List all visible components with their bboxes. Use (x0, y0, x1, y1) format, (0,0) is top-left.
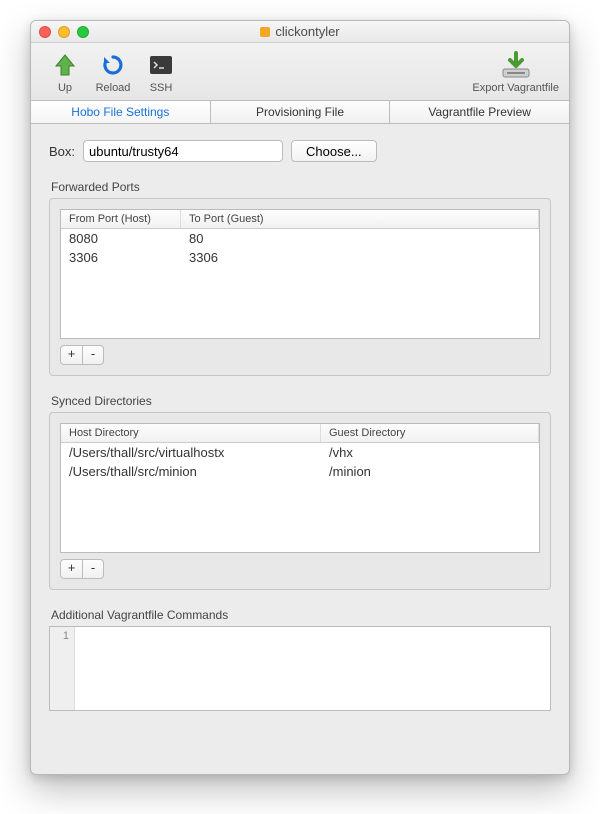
port-from: 8080 (61, 230, 181, 247)
minimize-icon[interactable] (58, 26, 70, 38)
tab-vagrantfile-preview[interactable]: Vagrantfile Preview (390, 101, 569, 123)
tabbar: Hobo File Settings Provisioning File Vag… (31, 101, 569, 124)
table-row[interactable]: /Users/thall/src/virtualhostx /vhx (61, 443, 539, 462)
close-icon[interactable] (39, 26, 51, 38)
app-icon (260, 27, 270, 37)
content: Box: Choose... Forwarded Ports From Port… (31, 124, 569, 745)
titlebar: clickontyler (31, 21, 569, 43)
dir-guest: /minion (321, 463, 539, 480)
up-icon (50, 50, 80, 80)
reload-icon (98, 50, 128, 80)
window-title: clickontyler (275, 24, 339, 39)
traffic-lights (39, 26, 89, 38)
port-to: 3306 (181, 249, 539, 266)
toolbar: Up Reload SSH Export Vagrantfile (31, 43, 569, 101)
up-label: Up (58, 82, 72, 94)
port-from: 3306 (61, 249, 181, 266)
forwarded-ports-table[interactable]: From Port (Host) To Port (Guest) 8080 80… (60, 209, 540, 339)
editor-gutter: 1 (50, 627, 75, 710)
dirs-add-button[interactable]: + (60, 559, 82, 579)
ports-header-to: To Port (Guest) (181, 210, 539, 228)
ports-header-from: From Port (Host) (61, 210, 181, 228)
dirs-header-guest: Guest Directory (321, 424, 539, 442)
reload-label: Reload (96, 82, 131, 94)
window-title-wrap: clickontyler (260, 24, 339, 39)
box-input[interactable] (83, 140, 283, 162)
editor-code-area[interactable] (75, 627, 550, 710)
commands-editor[interactable]: 1 (49, 626, 551, 711)
ports-add-button[interactable]: + (60, 345, 82, 365)
export-button[interactable]: Export Vagrantfile (472, 50, 559, 94)
tab-hobo-settings[interactable]: Hobo File Settings (31, 101, 211, 123)
box-row: Box: Choose... (49, 140, 551, 162)
maximize-icon[interactable] (77, 26, 89, 38)
synced-directories-title: Synced Directories (49, 394, 551, 408)
choose-button[interactable]: Choose... (291, 140, 377, 162)
forwarded-ports-group: Forwarded Ports From Port (Host) To Port… (49, 180, 551, 376)
dir-host: /Users/thall/src/minion (61, 463, 321, 480)
commands-title: Additional Vagrantfile Commands (49, 608, 551, 622)
table-row[interactable]: /Users/thall/src/minion /minion (61, 462, 539, 481)
dirs-remove-button[interactable]: - (82, 559, 104, 579)
dir-guest: /vhx (321, 444, 539, 461)
table-row[interactable]: 3306 3306 (61, 248, 539, 267)
terminal-icon (146, 50, 176, 80)
ssh-button[interactable]: SSH (137, 50, 185, 94)
table-row[interactable]: 8080 80 (61, 229, 539, 248)
box-label: Box: (49, 144, 75, 159)
port-to: 80 (181, 230, 539, 247)
ssh-label: SSH (150, 82, 173, 94)
tab-provisioning[interactable]: Provisioning File (211, 101, 391, 123)
synced-directories-group: Synced Directories Host Directory Guest … (49, 394, 551, 590)
dir-host: /Users/thall/src/virtualhostx (61, 444, 321, 461)
app-window: clickontyler Up Reload SSH Expor (30, 20, 570, 775)
forwarded-ports-title: Forwarded Ports (49, 180, 551, 194)
ports-remove-button[interactable]: - (82, 345, 104, 365)
export-icon (499, 50, 533, 80)
commands-group: Additional Vagrantfile Commands 1 (49, 608, 551, 711)
dirs-header-host: Host Directory (61, 424, 321, 442)
reload-button[interactable]: Reload (89, 50, 137, 94)
up-button[interactable]: Up (41, 50, 89, 94)
synced-directories-table[interactable]: Host Directory Guest Directory /Users/th… (60, 423, 540, 553)
export-label: Export Vagrantfile (472, 82, 559, 94)
